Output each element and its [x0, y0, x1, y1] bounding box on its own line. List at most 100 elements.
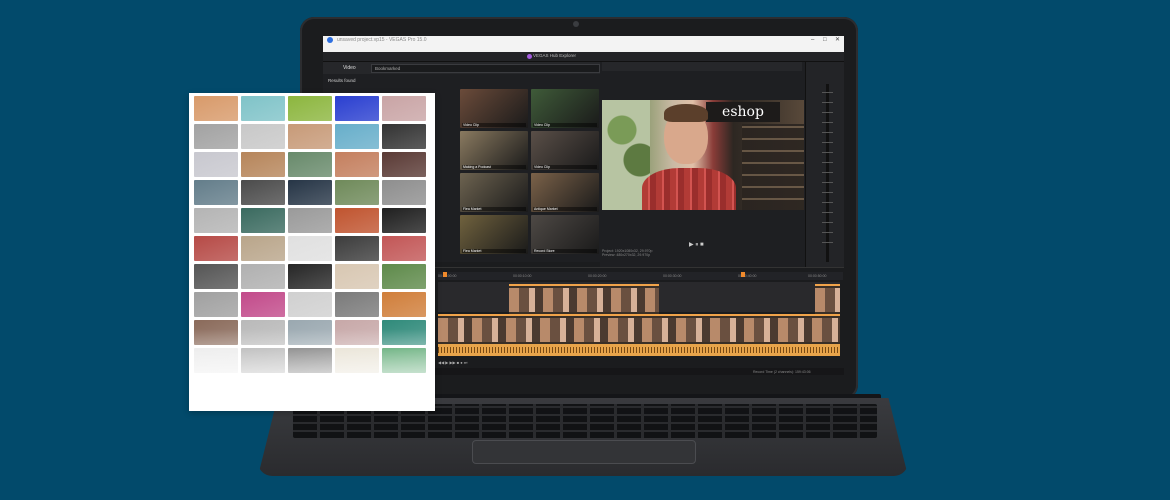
stock-thumbnail[interactable]: [335, 208, 379, 233]
preview-status: Project: 1920x1080x32, 29.970p Preview: …: [602, 249, 804, 259]
results-label: Results found: [328, 78, 356, 83]
stock-thumbnail[interactable]: [241, 236, 285, 261]
stock-thumbnail[interactable]: [335, 124, 379, 149]
thumbnail-caption: Record Store: [533, 249, 597, 253]
stock-thumbnail[interactable]: [241, 264, 285, 289]
meter-tick: [822, 172, 833, 173]
media-thumbnail[interactable]: Record Store: [531, 215, 599, 254]
meter-tick: [822, 142, 833, 143]
thumbnail-caption: Video Clip: [533, 165, 597, 169]
audio-waveform: [438, 347, 840, 353]
stock-thumbnail[interactable]: [194, 124, 238, 149]
meter-tick: [822, 92, 833, 93]
title-bar: unsaved project.vp15 - VEGAS Pro 15.0 – …: [323, 36, 844, 45]
stock-thumbnail[interactable]: [335, 292, 379, 317]
meter-tick: [822, 162, 833, 163]
window-title: unsaved project.vp15 - VEGAS Pro 15.0: [337, 37, 427, 43]
marker-icon[interactable]: [443, 272, 447, 277]
ruler-label: 00:00:10:00: [513, 274, 532, 278]
media-thumbnail[interactable]: Flea Market: [460, 215, 528, 254]
stock-thumbnail[interactable]: [194, 96, 238, 121]
meter-tick: [822, 152, 833, 153]
stock-thumbnail[interactable]: [288, 152, 332, 177]
timeline-clip[interactable]: [509, 284, 659, 314]
preview-person-hair: [664, 104, 708, 122]
close-button[interactable]: ✕: [835, 36, 840, 45]
stock-thumbnail[interactable]: [288, 264, 332, 289]
app-logo-icon: [327, 37, 333, 43]
stock-thumbnail[interactable]: [288, 208, 332, 233]
master-fader[interactable]: [826, 84, 829, 262]
stock-thumbnail[interactable]: [241, 96, 285, 121]
preview-shop-sign: eshop: [706, 102, 780, 122]
preview-toolbar: [602, 62, 802, 71]
media-thumbnail[interactable]: Video Clip: [531, 89, 599, 128]
stock-thumbnail[interactable]: [194, 292, 238, 317]
stock-thumbnail[interactable]: [335, 264, 379, 289]
media-thumbnail[interactable]: Making a Podcast: [460, 131, 528, 170]
meter-tick: [822, 122, 833, 123]
hub-icon: [527, 54, 532, 59]
timeline-ruler[interactable]: 00:00:00:00 00:00:10:00 00:00:20:00 00:0…: [438, 272, 843, 280]
stock-thumbnail[interactable]: [288, 180, 332, 205]
stock-thumbnail[interactable]: [382, 152, 426, 177]
media-thumbnail[interactable]: Flea Market: [460, 173, 528, 212]
transport-controls[interactable]: ▶ ⏸ ■: [689, 241, 704, 249]
meter-tick: [822, 112, 833, 113]
timeline-toolbar[interactable]: ◀◀ ▶ ▶▶ ■ ● ⏭: [438, 360, 840, 368]
meter-tick: [822, 212, 833, 213]
stock-thumbnail[interactable]: [288, 236, 332, 261]
stock-thumbnail[interactable]: [382, 96, 426, 121]
minimize-button[interactable]: –: [811, 36, 814, 45]
audio-track[interactable]: [438, 344, 840, 356]
hub-explorer-label[interactable]: VEGAS Hub Explorer: [533, 53, 576, 58]
stock-thumbnail[interactable]: [194, 264, 238, 289]
media-thumbnail[interactable]: Video Clip: [531, 131, 599, 170]
media-thumbnail[interactable]: Video Clip: [460, 89, 528, 128]
camera-icon: [573, 21, 579, 27]
stock-thumbnail[interactable]: [241, 124, 285, 149]
stock-thumbnail[interactable]: [382, 124, 426, 149]
meter-tick: [822, 132, 833, 133]
stock-thumbnail[interactable]: [194, 152, 238, 177]
timeline-clip[interactable]: [815, 284, 840, 314]
stock-thumbnail[interactable]: [382, 236, 426, 261]
meter-tick: [822, 242, 833, 243]
meter-tick: [822, 222, 833, 223]
ruler-label: 00:00:00:00: [438, 274, 457, 278]
stock-thumbnail[interactable]: [382, 264, 426, 289]
stock-thumbnail[interactable]: [194, 236, 238, 261]
ruler-label: 00:00:50:00: [808, 274, 827, 278]
preview-status-preview: Preview: 480x270x32, 29.970p: [602, 253, 651, 257]
stock-thumbnail[interactable]: [382, 180, 426, 205]
media-thumbnail[interactable]: Antique Market: [531, 173, 599, 212]
stock-thumbnail[interactable]: [194, 208, 238, 233]
stock-thumbnail[interactable]: [335, 236, 379, 261]
tab-video[interactable]: Video: [343, 65, 356, 71]
stock-thumbnail[interactable]: [288, 292, 332, 317]
stock-thumbnail[interactable]: [241, 208, 285, 233]
stock-thumbnail[interactable]: [241, 180, 285, 205]
stock-thumbnail[interactable]: [241, 152, 285, 177]
stock-footage-panel: [189, 93, 435, 411]
stock-thumbnail[interactable]: [241, 292, 285, 317]
stock-thumbnail[interactable]: [335, 180, 379, 205]
stock-thumbnail[interactable]: [335, 96, 379, 121]
stock-thumbnail[interactable]: [335, 152, 379, 177]
stock-thumbnail[interactable]: [382, 208, 426, 233]
media-header: Video Bookmarked: [323, 62, 600, 74]
thumbnail-caption: Flea Market: [462, 207, 526, 211]
stock-thumbnail[interactable]: [382, 292, 426, 317]
thumbnail-caption: Making a Podcast: [462, 165, 526, 169]
stock-thumbnail[interactable]: [288, 124, 332, 149]
meter-tick: [822, 102, 833, 103]
maximize-button[interactable]: □: [823, 36, 827, 45]
media-thumbnail-grid: Video Clip Video Clip Making a Podcast V…: [460, 89, 600, 254]
search-input[interactable]: Bookmarked: [371, 64, 600, 73]
marker-icon[interactable]: [741, 272, 745, 277]
stock-thumbnail[interactable]: [288, 96, 332, 121]
meter-tick: [822, 192, 833, 193]
record-time-label: Record Time (2 channels): 159:43:06: [753, 370, 811, 374]
timeline-clip[interactable]: [438, 314, 840, 344]
stock-thumbnail[interactable]: [194, 180, 238, 205]
